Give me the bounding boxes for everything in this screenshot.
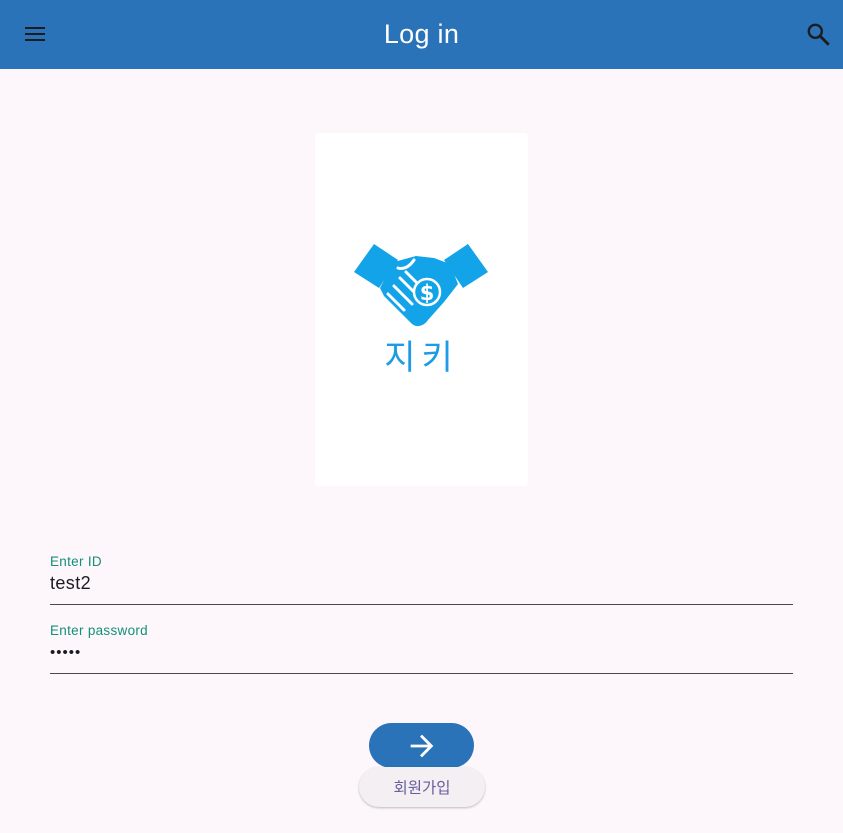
search-icon xyxy=(807,23,830,46)
password-field-label: Enter password xyxy=(50,623,148,638)
menu-button[interactable] xyxy=(11,10,59,58)
signup-button[interactable]: 회원가입 xyxy=(359,767,485,807)
id-input[interactable] xyxy=(50,571,793,595)
search-button[interactable] xyxy=(794,10,842,58)
id-field-label: Enter ID xyxy=(50,554,102,569)
svg-text:$: $ xyxy=(420,281,435,305)
login-submit-button[interactable] xyxy=(369,723,474,768)
app-bar: Log in xyxy=(0,0,843,69)
hamburger-menu-icon xyxy=(25,27,45,41)
handshake-dollar-icon: $ xyxy=(354,244,488,327)
app-logo-text: 지키 xyxy=(384,338,459,378)
password-field[interactable]: Enter password xyxy=(50,621,793,674)
id-field[interactable]: Enter ID xyxy=(50,552,793,605)
password-input[interactable] xyxy=(50,640,793,664)
arrow-right-icon xyxy=(410,734,433,757)
page-title: Log in xyxy=(383,19,460,49)
